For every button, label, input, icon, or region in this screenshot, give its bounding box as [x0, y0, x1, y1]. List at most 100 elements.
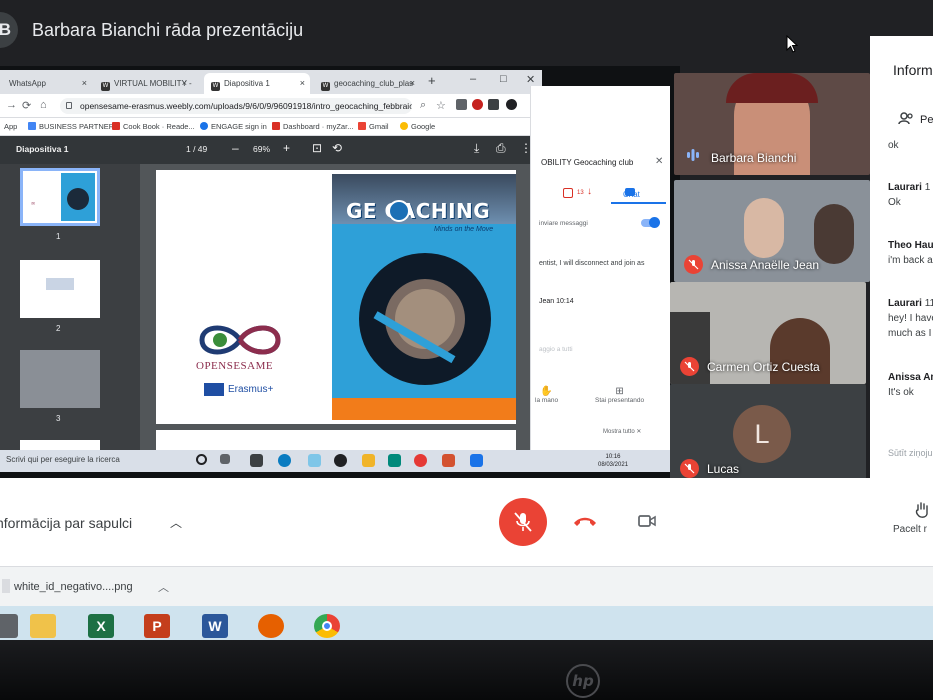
app-icon[interactable] [470, 454, 483, 467]
profile-icon[interactable] [506, 99, 517, 110]
pdf-viewport[interactable]: OPENSESAME Erasmus+ GE CACHING Minds on … [140, 164, 542, 470]
download-item[interactable]: white_id_negativo....png [14, 581, 133, 593]
powerpoint-icon[interactable]: P [144, 614, 170, 638]
tab-diapositiva[interactable]: W Diapositiva 1 × [204, 73, 310, 94]
print-icon[interactable]: ⎙ [496, 141, 506, 156]
app-icon[interactable] [334, 454, 347, 467]
mic-toggle-button[interactable] [499, 498, 547, 546]
thumbnail-page-3[interactable] [20, 350, 100, 408]
bookmark-cookbook[interactable]: Cook Book · Reade... [112, 122, 195, 131]
zoom-out-button[interactable]: – [232, 141, 239, 155]
meeting-controls: nformācija par sapulci ︿ Pacelt r [0, 478, 933, 566]
close-icon[interactable]: ✕ [655, 156, 663, 167]
new-tab-button[interactable]: + [428, 73, 436, 88]
maximize-button[interactable]: □ [500, 73, 507, 85]
file-explorer-icon[interactable] [30, 614, 56, 638]
bookmark-dashboard[interactable]: Dashboard · myZar... [272, 122, 353, 131]
checklist-icon[interactable] [563, 188, 573, 198]
minimize-button[interactable]: – [470, 73, 476, 85]
tab-chat[interactable]: Chat [623, 190, 640, 199]
tab-people[interactable]: Pe [920, 114, 933, 126]
edge-icon[interactable] [278, 454, 291, 467]
home-icon[interactable]: ⌂ [40, 99, 47, 111]
bookmark-engage[interactable]: ENGAGE sign in [200, 122, 267, 131]
tab-geocaching[interactable]: Wgeocaching_club_plas × [314, 73, 420, 94]
raise-hand-button[interactable]: ✋ la mano [535, 386, 558, 404]
tab-whatsapp[interactable]: WhatsApp × [2, 73, 92, 94]
chevron-up-icon[interactable]: ︿ [170, 514, 182, 531]
camera-button[interactable] [637, 511, 657, 531]
participant-name: Anissa Anaëlle Jean [711, 258, 820, 272]
chrome-center [322, 621, 332, 631]
close-window-button[interactable]: ✕ [526, 73, 535, 86]
participant-video [726, 73, 818, 103]
hand-icon[interactable] [914, 501, 930, 519]
shared-screen[interactable]: WhatsApp × W VIRTUAL MOBILITY - O × W Diapos… [0, 66, 680, 478]
bookmark-google[interactable]: Google [400, 122, 435, 131]
tab-bar: WhatsApp × W VIRTUAL MOBILITY - O × W Diapos… [0, 70, 542, 94]
toggle-label: inviare messaggi [539, 220, 588, 227]
star-icon[interactable]: ☆ [436, 99, 446, 112]
chrome-icon[interactable] [414, 454, 427, 467]
meet-icon[interactable] [388, 454, 401, 467]
store-icon[interactable] [250, 454, 263, 467]
show-all-link[interactable]: Mostra tutto ✕ [603, 428, 641, 435]
meeting-info-button[interactable]: nformācija par sapulci [0, 515, 132, 531]
participant-tile[interactable]: Anissa Anaëlle Jean [674, 180, 870, 282]
logo-text: OPENSESAME [196, 360, 274, 372]
rotate-icon[interactable]: ⟲ [332, 141, 342, 155]
zoom-in-button[interactable]: + [283, 141, 290, 155]
hang-up-button[interactable] [571, 510, 599, 532]
extension-icon[interactable] [472, 99, 483, 110]
bookmark-business[interactable]: BUSINESS PARTNER... [28, 122, 120, 131]
opensesame-logo-icon [199, 325, 281, 355]
task-view-icon[interactable] [220, 454, 230, 464]
download-icon[interactable]: ⤓ [474, 141, 479, 156]
panel-title: Inform [893, 62, 933, 78]
fit-page-icon[interactable]: ⊡ [312, 141, 322, 155]
windows-search[interactable]: Scrivi qui per eseguire la ricerca [6, 455, 120, 464]
mic-off-icon [684, 255, 703, 274]
chat-message: Anissa AnaIt's ok [888, 372, 933, 398]
excel-icon[interactable]: X [88, 614, 114, 638]
poster-title: GE CACHING [346, 199, 491, 223]
puzzle-icon[interactable] [488, 99, 499, 110]
chevron-up-icon[interactable]: ︿ [158, 579, 169, 595]
zoom-level[interactable]: 69% [253, 144, 270, 154]
thumbnail-page-1[interactable]: ∞ [20, 168, 100, 226]
presenting-button[interactable]: ⊞ Stai presentando [595, 386, 644, 404]
chat-message: Theo Hau i'm back a [888, 240, 933, 266]
arrow-down-icon: ↓ [587, 186, 592, 197]
tab-virtual-mobility[interactable]: W VIRTUAL MOBILITY - O × [94, 73, 192, 94]
word-icon[interactable]: W [202, 614, 228, 638]
message-input[interactable]: Sūtīt ziņoju [888, 448, 933, 458]
bookmark-gmail[interactable]: Gmail [358, 122, 389, 131]
thumbnail-number: 2 [56, 324, 61, 333]
people-icon[interactable] [898, 112, 914, 125]
cortana-icon[interactable] [196, 454, 207, 465]
thumbnail-page-2[interactable] [20, 260, 100, 318]
back-icon[interactable]: → [6, 99, 17, 111]
chat-input[interactable]: aggio a tutti [539, 346, 573, 353]
app-icon[interactable] [0, 614, 18, 638]
extension-icon[interactable] [456, 99, 467, 110]
messages-toggle[interactable] [641, 217, 660, 228]
folder-icon[interactable] [362, 454, 375, 467]
chat-message: ok [888, 140, 899, 151]
participant-tile[interactable]: Carmen Ortiz Cuesta [670, 282, 866, 384]
page-indicator[interactable]: 1 / 49 [186, 144, 207, 154]
mouse-cursor-icon [786, 35, 798, 53]
powerpoint-icon[interactable] [442, 454, 455, 467]
app-icon[interactable] [308, 454, 321, 467]
tab-indicator [611, 202, 666, 204]
url-field[interactable]: opensesame-erasmus.weebly.com/uploads/9/… [60, 98, 412, 114]
reload-icon[interactable]: ⟳ [22, 99, 31, 112]
participant-tile[interactable]: L Lucas [670, 384, 866, 486]
lock-icon [66, 102, 72, 109]
participant-tile[interactable]: Barbara Bianchi [674, 73, 870, 175]
firefox-icon[interactable] [258, 614, 284, 638]
shared-taskbar: Scrivi qui per eseguire la ricerca 10:16… [0, 450, 680, 472]
zoom-icon[interactable]: ⌕ [420, 99, 426, 112]
bookmark-apps[interactable]: App [4, 122, 17, 131]
chrome-icon[interactable] [314, 614, 340, 638]
